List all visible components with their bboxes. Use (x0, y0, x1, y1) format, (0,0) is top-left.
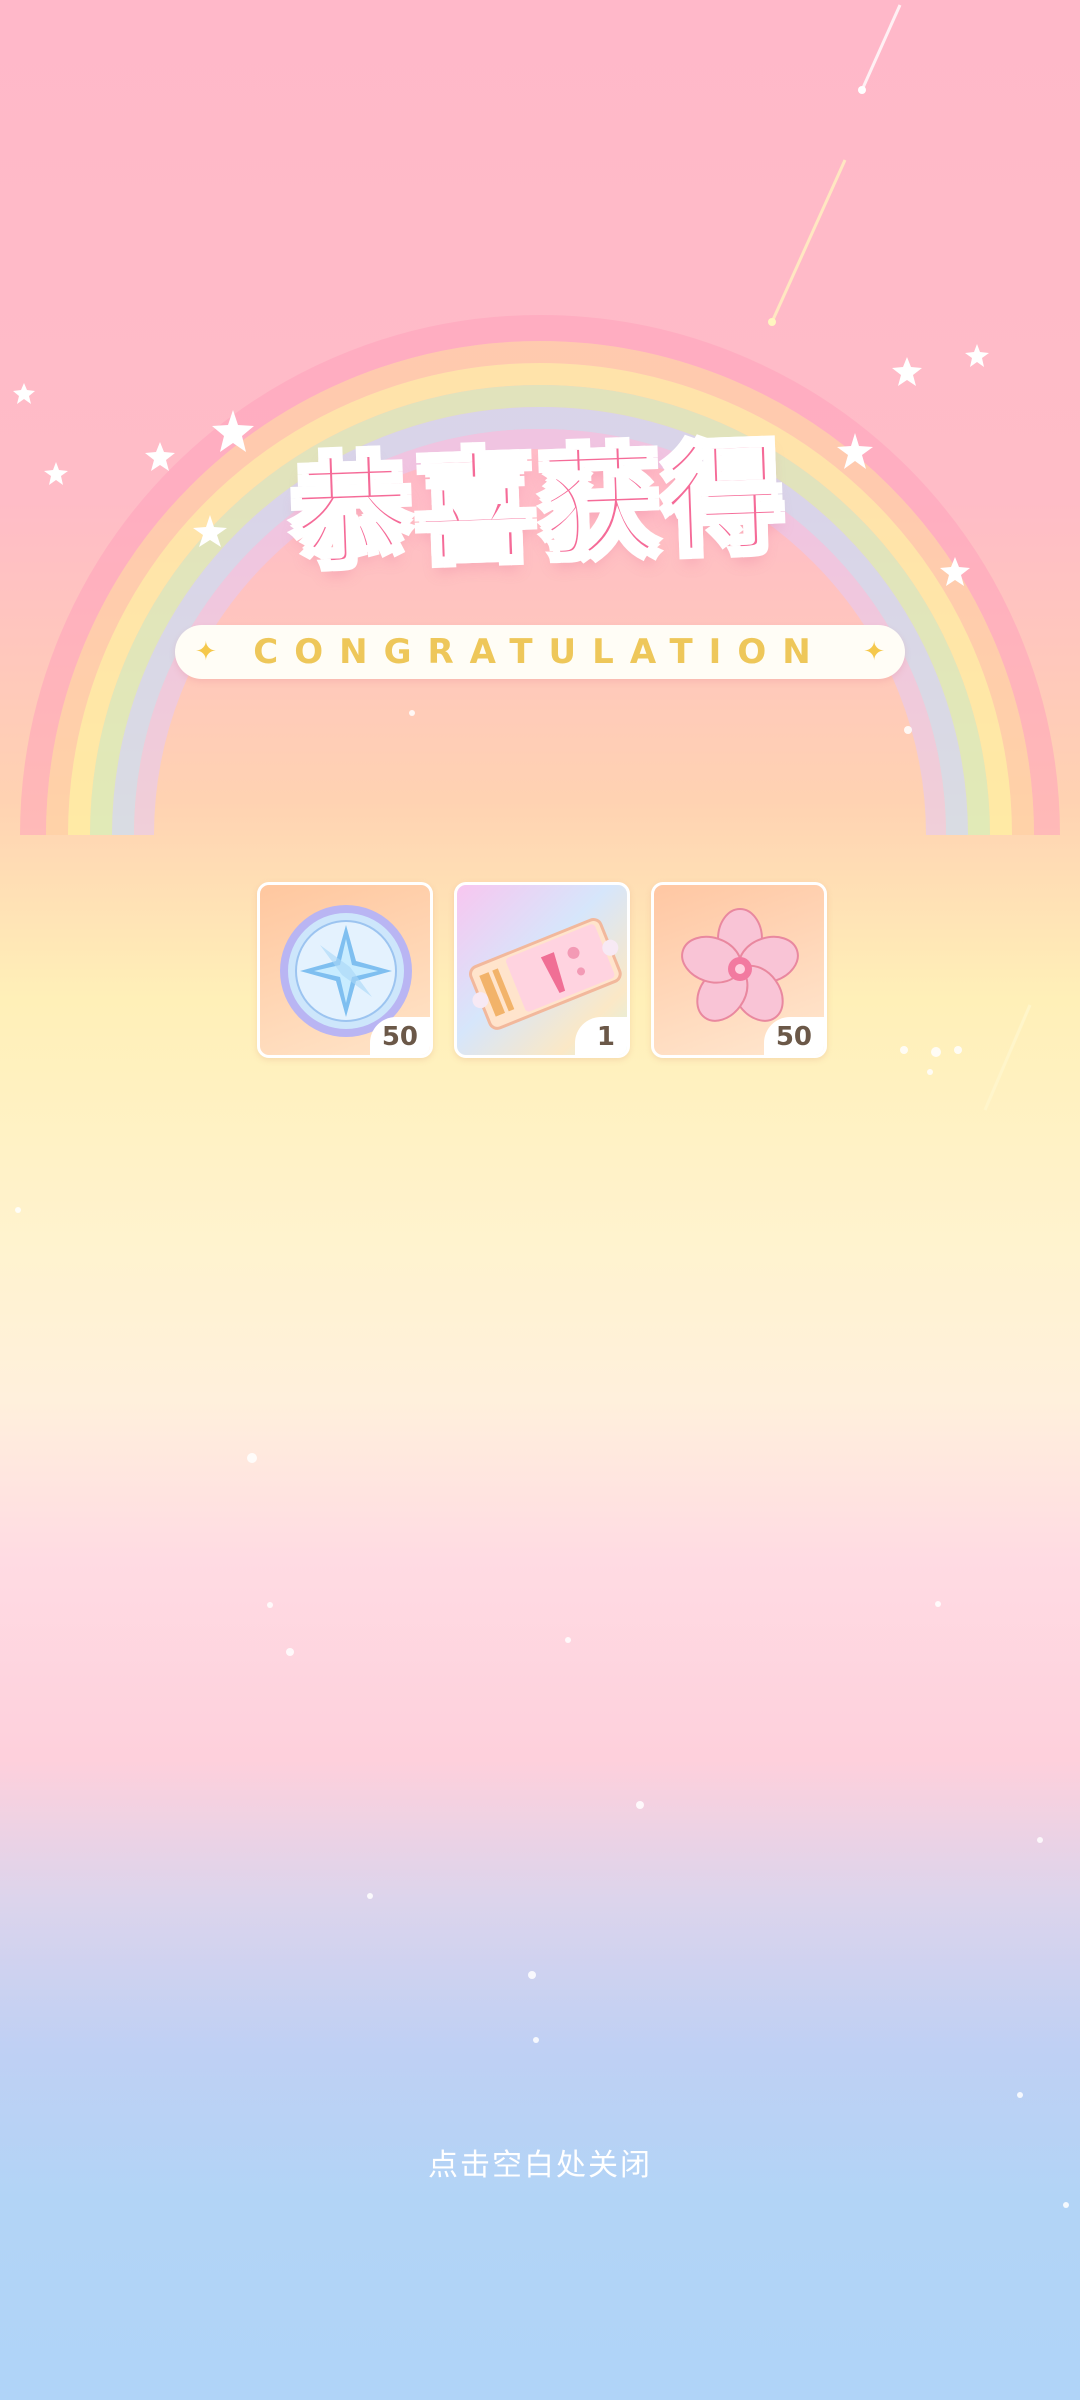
star-decorations (13, 4, 989, 586)
reward-item-2[interactable]: 1 (454, 882, 630, 1058)
reward-count: 50 (763, 1017, 824, 1055)
reward-count: 1 (575, 1017, 627, 1055)
title-container: 恭喜获得 (0, 410, 1080, 585)
reward-item-3[interactable]: 50 (651, 882, 827, 1058)
page-title: 恭喜获得 (289, 427, 793, 585)
reward-count: 50 (369, 1017, 430, 1055)
reward-list: 50 1 50 (257, 882, 827, 1060)
subtitle-banner: ✦ CONGRATULATION ✦ (175, 625, 905, 679)
sparkle-icon: ✦ (863, 637, 885, 667)
reward-popup-overlay[interactable]: 恭喜获得 ✦ CONGRATULATION ✦ 50 1 50 点击空白处关闭 (0, 0, 1080, 2400)
banner-subtitle: CONGRATULATION (253, 632, 827, 672)
reward-item-1[interactable]: 50 (257, 882, 433, 1058)
tap-to-close-hint[interactable]: 点击空白处关闭 (0, 2140, 1080, 2184)
